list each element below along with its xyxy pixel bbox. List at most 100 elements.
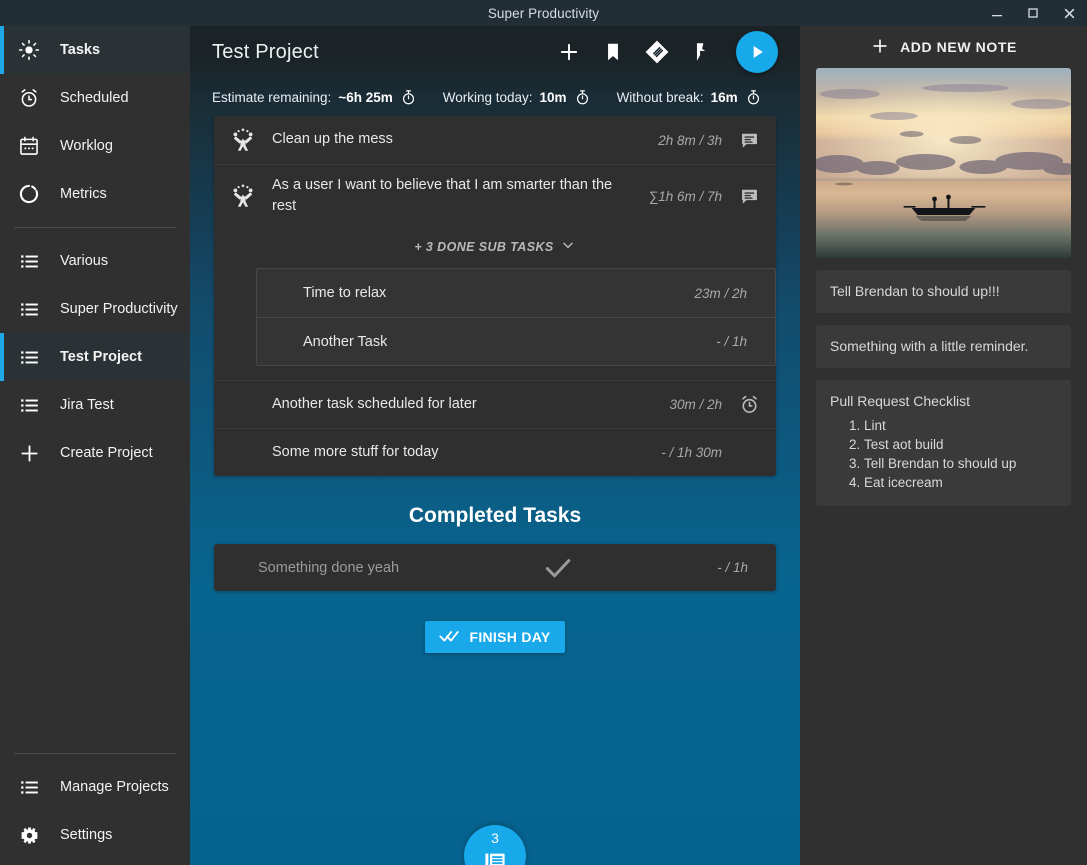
header-actions xyxy=(554,31,778,73)
play-button[interactable] xyxy=(736,31,778,73)
comment-icon[interactable] xyxy=(736,187,762,206)
list-item: Tell Brendan to should up xyxy=(864,455,1057,473)
notes-count-badge: 3 xyxy=(491,831,499,845)
stopwatch-icon xyxy=(400,89,417,106)
sidebar-item-label: Tasks xyxy=(60,42,100,58)
metric-value: 10m xyxy=(540,90,567,105)
subtask-title: Time to relax xyxy=(257,285,694,301)
sidebar-item-metrics[interactable]: Metrics xyxy=(0,170,190,218)
metric-label: Without break: xyxy=(617,90,704,105)
list-item[interactable]: Tell Brendan to should up!!! xyxy=(816,270,1071,313)
sidebar: Tasks Scheduled xyxy=(0,26,190,865)
app-shell: Tasks Scheduled xyxy=(0,26,1087,865)
task-title: As a user I want to believe that I am sm… xyxy=(272,165,649,227)
celebrate-person-icon xyxy=(214,184,272,208)
sidebar-projects-nav: Various Super Productivity xyxy=(0,237,190,477)
main-header: Test Project xyxy=(190,26,800,78)
sidebar-divider-bottom xyxy=(14,753,176,754)
sidebar-item-worklog[interactable]: Worklog xyxy=(0,122,190,170)
sidebar-item-manage-projects[interactable]: Manage Projects xyxy=(0,763,190,811)
note-title: Pull Request Checklist xyxy=(830,392,1057,411)
subtask-time: 23m / 2h xyxy=(694,286,747,301)
comment-icon[interactable] xyxy=(736,131,762,150)
subtask-list: Time to relax 23m / 2h Another Task - / … xyxy=(256,268,776,366)
done-subtasks-toggle[interactable]: + 3 DONE SUB TASKS xyxy=(214,227,776,268)
sidebar-item-label: Super Productivity xyxy=(60,301,178,317)
subtask-title: Another Task xyxy=(257,334,716,350)
add-task-button[interactable] xyxy=(554,37,584,67)
lightning-bolt-button[interactable] xyxy=(686,37,716,67)
add-new-note-button[interactable]: ADD NEW NOTE xyxy=(816,26,1071,68)
sidebar-bottom-nav: Manage Projects Settings xyxy=(0,744,190,865)
sidebar-item-label: Create Project xyxy=(60,445,153,461)
finish-day-wrap: FINISH DAY xyxy=(214,591,776,653)
list-item: Eat icecream xyxy=(864,474,1057,492)
table-row[interactable]: Clean up the mess 2h 8m / 3h xyxy=(214,116,776,164)
notes-icon xyxy=(483,847,507,865)
double-check-icon xyxy=(439,628,461,647)
plus-icon xyxy=(870,36,890,59)
completed-task-row[interactable]: Something done yeah - / 1h xyxy=(214,544,776,591)
note-diamond-button[interactable] xyxy=(642,37,672,67)
completed-task-time: - / 1h xyxy=(717,560,776,575)
sidebar-item-label: Worklog xyxy=(60,138,113,154)
metric-value: 16m xyxy=(711,90,738,105)
list-item: Lint xyxy=(864,417,1057,435)
pie-chart-icon xyxy=(14,183,44,205)
maximize-icon[interactable] xyxy=(1015,0,1051,26)
list-item[interactable]: Something with a little reminder. xyxy=(816,325,1071,368)
sidebar-item-settings[interactable]: Settings xyxy=(0,811,190,859)
sidebar-item-jira-test[interactable]: Jira Test xyxy=(0,381,190,429)
task-time: ∑1h 6m / 7h xyxy=(649,189,722,204)
minimize-icon[interactable] xyxy=(979,0,1015,26)
sidebar-item-super-productivity[interactable]: Super Productivity xyxy=(0,285,190,333)
bookmark-button[interactable] xyxy=(598,37,628,67)
list-item[interactable]: Pull Request Checklist Lint Test aot bui… xyxy=(816,380,1071,506)
sidebar-item-create-project[interactable]: Create Project xyxy=(0,429,190,477)
finish-day-label: FINISH DAY xyxy=(469,629,550,645)
list-icon xyxy=(14,347,44,368)
chevron-down-icon xyxy=(560,237,576,256)
check-icon xyxy=(399,551,717,585)
table-row[interactable]: As a user I want to believe that I am sm… xyxy=(214,164,776,227)
task-area: Clean up the mess 2h 8m / 3h xyxy=(190,116,800,653)
sidebar-primary-nav: Tasks Scheduled xyxy=(0,26,190,218)
list-icon xyxy=(14,299,44,320)
note-text: Something with a little reminder. xyxy=(830,338,1028,354)
completed-task-title: Something done yeah xyxy=(214,560,399,576)
title-bar: Super Productivity xyxy=(0,0,1087,26)
sidebar-item-various[interactable]: Various xyxy=(0,237,190,285)
metric-working-today: Working today: 10m xyxy=(443,89,591,106)
metric-label: Estimate remaining: xyxy=(212,90,331,105)
add-new-note-label: ADD NEW NOTE xyxy=(900,39,1017,55)
list-item[interactable]: Another Task - / 1h xyxy=(257,317,775,365)
sidebar-item-label: Scheduled xyxy=(60,90,129,106)
finish-day-button[interactable]: FINISH DAY xyxy=(425,621,564,653)
list-item[interactable] xyxy=(816,68,1071,258)
window-controls xyxy=(979,0,1087,26)
task-title: Clean up the mess xyxy=(272,119,658,160)
table-row[interactable]: Another task scheduled for later 30m / 2… xyxy=(214,380,776,428)
sidebar-item-test-project[interactable]: Test Project xyxy=(0,333,190,381)
subtask-container: Time to relax 23m / 2h Another Task - / … xyxy=(214,268,776,380)
sidebar-item-tasks[interactable]: Tasks xyxy=(0,26,190,74)
metric-label: Working today: xyxy=(443,90,533,105)
metric-without-break: Without break: 16m xyxy=(617,89,762,106)
calendar-icon xyxy=(14,135,44,157)
sidebar-item-scheduled[interactable]: Scheduled xyxy=(0,74,190,122)
table-row[interactable]: Some more stuff for today - / 1h 30m xyxy=(214,428,776,476)
notes-fab-button[interactable]: 3 xyxy=(464,825,526,865)
subtask-time: - / 1h xyxy=(716,334,747,349)
close-icon[interactable] xyxy=(1051,0,1087,26)
metrics-strip: Estimate remaining: ~6h 25m Working toda… xyxy=(190,78,800,116)
list-item[interactable]: Time to relax 23m / 2h xyxy=(257,269,775,317)
task-title: Another task scheduled for later xyxy=(272,384,669,425)
alarm-clock-icon[interactable] xyxy=(736,394,762,415)
note-text: Tell Brendan to should up!!! xyxy=(830,283,1000,299)
alarm-clock-icon xyxy=(14,87,44,109)
celebrate-person-icon xyxy=(214,128,272,152)
list-icon xyxy=(14,251,44,272)
sidebar-item-label: Manage Projects xyxy=(60,779,169,795)
plus-icon xyxy=(14,442,44,465)
list-icon xyxy=(14,395,44,416)
